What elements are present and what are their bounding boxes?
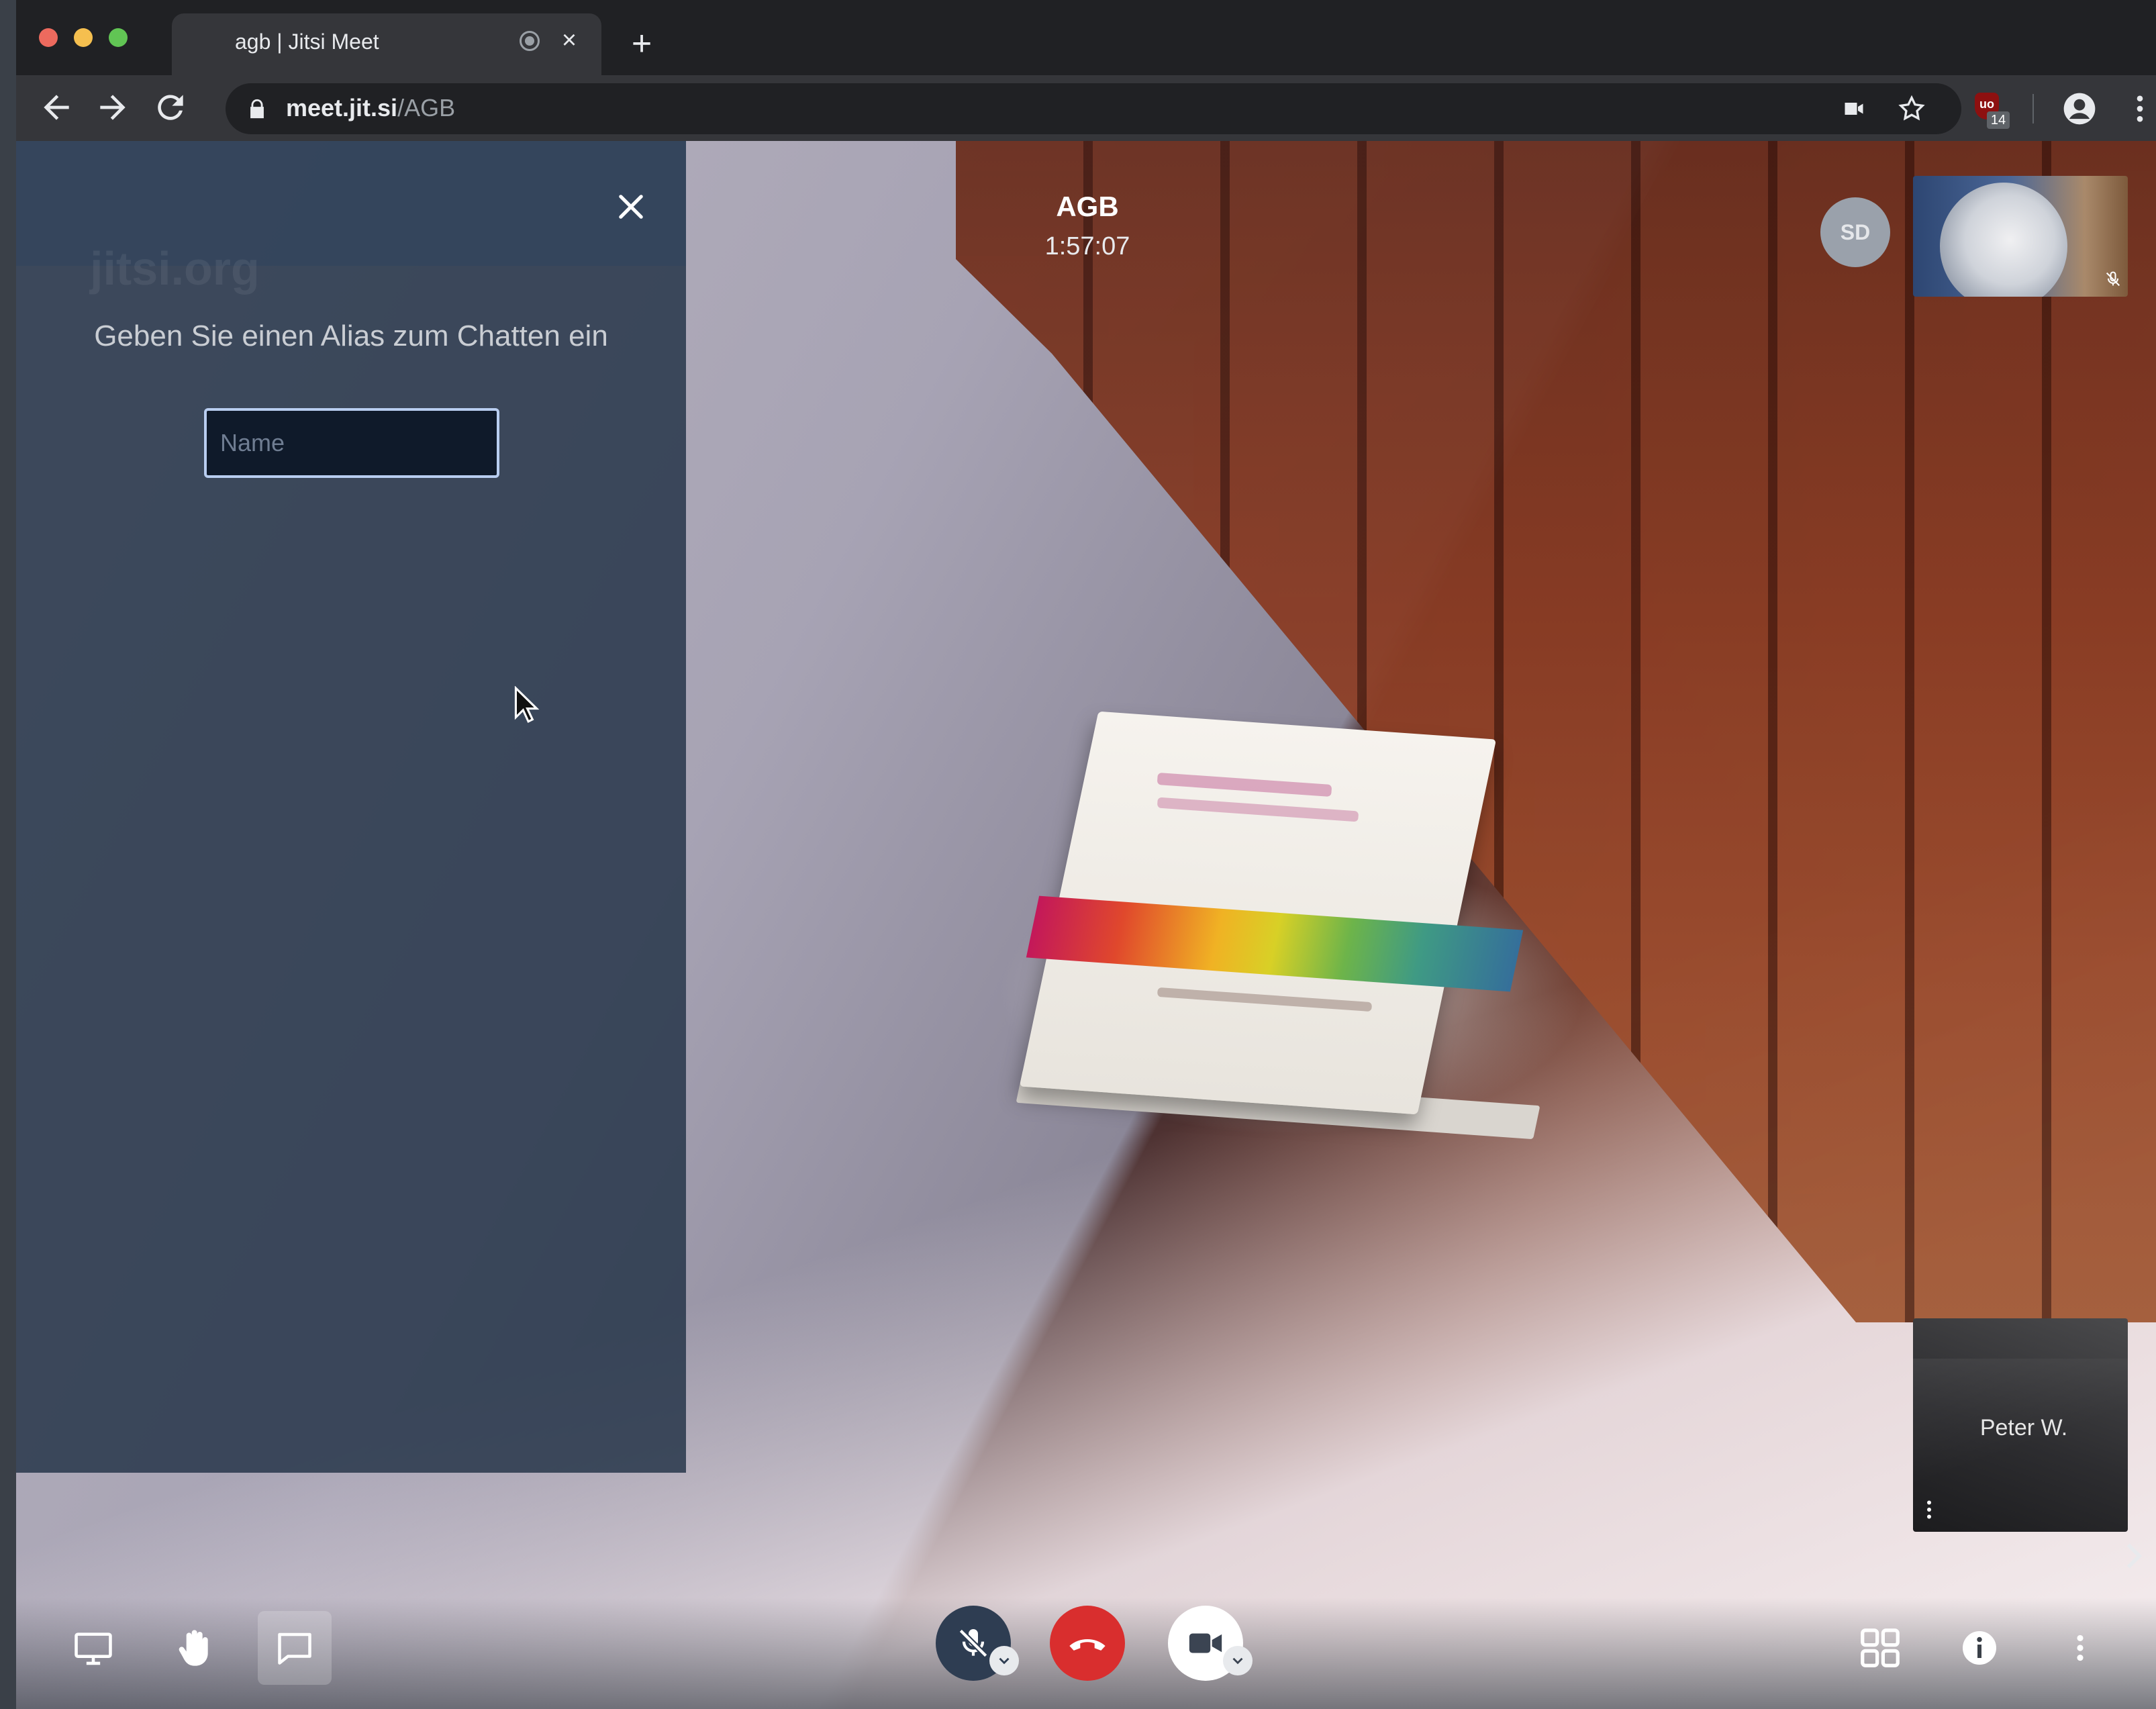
browser-tab-strip: agb | Jitsi Meet × + — [16, 0, 2156, 75]
tab-recording-icon — [520, 31, 540, 51]
raise-hand-button[interactable] — [158, 1611, 232, 1685]
chevron-down-icon — [1232, 1657, 1243, 1665]
video-camera-icon — [1189, 1633, 1222, 1653]
tab-title: agb | Jitsi Meet — [235, 30, 379, 54]
browser-menu-icon[interactable] — [2122, 91, 2156, 126]
browser-toolbar: meet.jit.si/AGB uo 14 — [16, 75, 2156, 141]
room-name: AGB — [1056, 191, 1119, 222]
forward-icon[interactable] — [94, 89, 132, 126]
maximize-window-button[interactable] — [109, 28, 128, 47]
tab-close-icon[interactable]: × — [556, 26, 583, 55]
chat-panel: jitsi.org Geben Sie einen Alias zum Chat… — [16, 141, 686, 1473]
microphone-options-button[interactable] — [989, 1646, 1019, 1675]
tile-view-button[interactable] — [1843, 1611, 1917, 1685]
chevron-right-icon[interactable] — [2122, 1541, 2145, 1571]
camera-options-button[interactable] — [1223, 1646, 1253, 1675]
conference-timer: 1:57:07 — [1044, 232, 1130, 260]
remote-video-thumbnail[interactable]: Peter W. — [1913, 1318, 2128, 1532]
screen-share-button[interactable] — [56, 1611, 130, 1685]
hangup-button[interactable] — [1050, 1606, 1125, 1681]
minimize-window-button[interactable] — [74, 28, 93, 47]
url-path: /AGB — [397, 94, 456, 121]
local-video-thumbnail[interactable] — [1913, 176, 2128, 297]
hand-icon — [179, 1630, 208, 1666]
close-chat-icon[interactable] — [614, 189, 648, 224]
ublock-extension-icon[interactable]: uo 14 — [1969, 89, 2012, 132]
back-icon[interactable] — [38, 89, 75, 126]
camera-in-use-icon[interactable] — [1841, 97, 1867, 121]
extension-badge: 14 — [1987, 111, 2010, 129]
jitsi-watermark: jitsi.org — [90, 242, 260, 295]
mouse-cursor-icon — [514, 686, 540, 724]
video-book — [1003, 711, 1540, 1140]
desktop-icon — [75, 1632, 112, 1665]
lock-icon — [250, 99, 264, 119]
profile-icon[interactable] — [2061, 90, 2098, 128]
tile-grid-icon — [1861, 1628, 1900, 1667]
mic-muted-icon — [959, 1628, 988, 1658]
thumbnail-menu-icon[interactable] — [1925, 1500, 1933, 1520]
toolbar-divider — [2032, 94, 2034, 124]
browser-tab[interactable]: agb | Jitsi Meet × — [172, 13, 601, 75]
moon-image — [1940, 183, 2067, 297]
bookmark-star-icon[interactable] — [1897, 94, 1926, 124]
address-bar[interactable]: meet.jit.si/AGB — [226, 83, 1961, 134]
info-icon — [1963, 1631, 1996, 1665]
chat-nickname-prompt: Geben Sie einen Alias zum Chatten ein — [94, 320, 608, 352]
chat-bubble-icon — [278, 1632, 311, 1665]
phone-hangup-icon — [1069, 1639, 1106, 1651]
participant-avatar[interactable]: SD — [1820, 197, 1890, 267]
participant-name: Peter W. — [1979, 1415, 2068, 1441]
url-text: meet.jit.si/AGB — [286, 94, 455, 122]
more-options-button[interactable] — [2043, 1611, 2117, 1685]
nickname-input[interactable] — [204, 408, 499, 478]
close-window-button[interactable] — [39, 28, 58, 47]
info-button[interactable] — [1943, 1611, 2016, 1685]
vertical-dots-icon — [2077, 1634, 2084, 1661]
mic-muted-icon — [2106, 271, 2120, 287]
url-host: meet.jit.si — [286, 94, 398, 121]
reload-icon[interactable] — [152, 89, 189, 126]
new-tab-button[interactable]: + — [623, 20, 660, 67]
chat-button[interactable] — [258, 1611, 332, 1685]
chevron-down-icon — [999, 1657, 1010, 1665]
